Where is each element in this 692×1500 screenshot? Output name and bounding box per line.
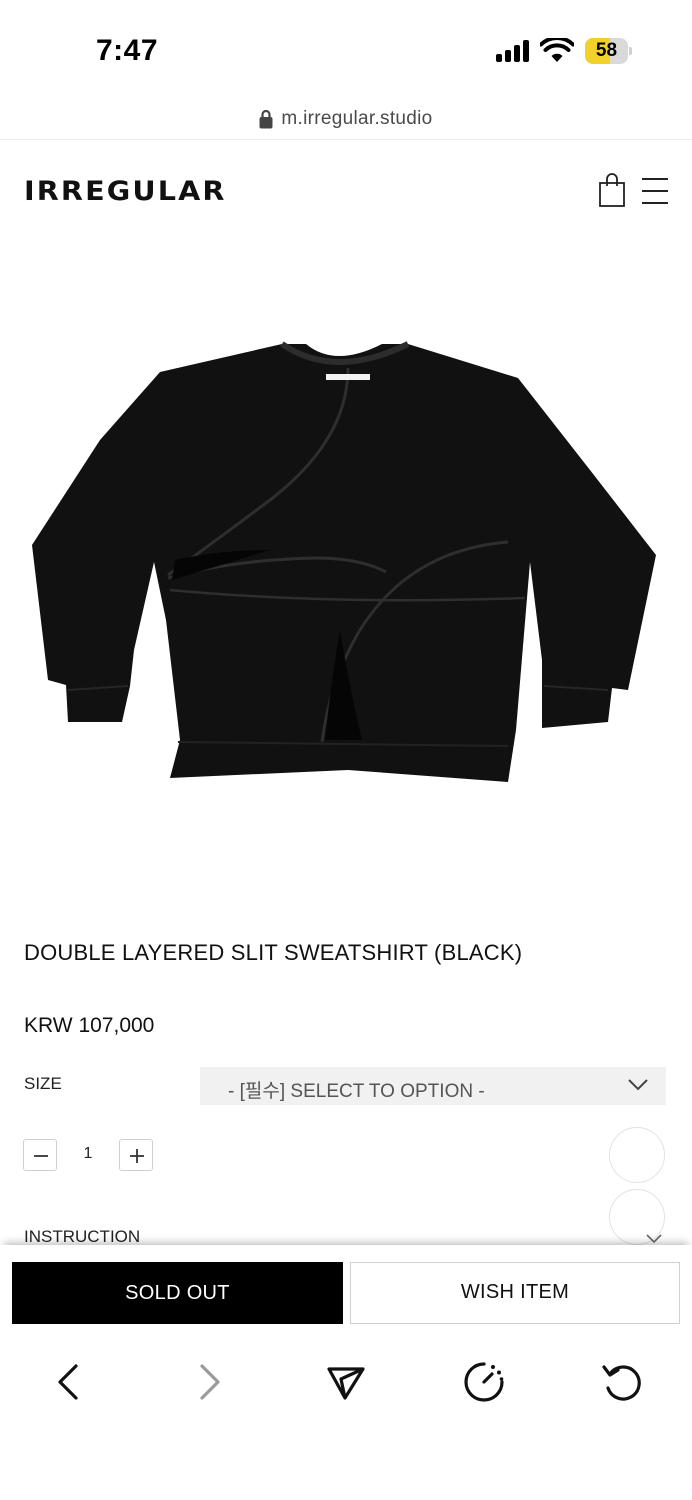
- sold-out-button[interactable]: SOLD OUT: [12, 1262, 343, 1324]
- forward-icon[interactable]: [186, 1360, 230, 1404]
- size-select-value: - [필수] SELECT TO OPTION -: [228, 1081, 485, 1102]
- plus-icon: [130, 1149, 144, 1163]
- chevron-down-icon: [628, 1079, 648, 1091]
- status-time: 7:47: [96, 34, 159, 67]
- bottom-action-bar: SOLD OUT WISH ITEM: [0, 1245, 692, 1340]
- shopping-bag-icon[interactable]: [598, 172, 626, 208]
- chevron-down-icon: [646, 1234, 662, 1244]
- hamburger-menu-icon[interactable]: [642, 178, 668, 204]
- tabs-icon[interactable]: [462, 1360, 506, 1404]
- size-label: SIZE: [24, 1074, 62, 1093]
- wifi-icon: [540, 38, 574, 62]
- reload-icon[interactable]: [600, 1360, 644, 1404]
- lock-icon: [259, 109, 273, 129]
- product-title: DOUBLE LAYERED SLIT SWEATSHIRT (BLACK): [24, 940, 523, 965]
- url-text: m.irregular.studio: [281, 108, 433, 129]
- battery-indicator: 58: [585, 38, 632, 64]
- minus-icon: [34, 1155, 48, 1157]
- quantity-stepper: 1: [23, 1139, 155, 1171]
- wish-item-button[interactable]: WISH ITEM: [350, 1262, 680, 1324]
- back-icon[interactable]: [48, 1360, 92, 1404]
- product-image: [32, 341, 656, 782]
- site-logo[interactable]: IRREGULAR: [24, 176, 227, 207]
- floating-circle-button[interactable]: [609, 1127, 665, 1183]
- address-bar[interactable]: m.irregular.studio: [0, 104, 692, 140]
- status-bar: 7:47 58: [0, 0, 692, 100]
- quantity-increase-button[interactable]: [119, 1139, 153, 1171]
- battery-percent: 58: [595, 40, 618, 61]
- quantity-value[interactable]: 1: [57, 1145, 119, 1163]
- share-icon[interactable]: [324, 1360, 368, 1404]
- instruction-toggle[interactable]: INSTRUCTION: [24, 1227, 140, 1247]
- quantity-decrease-button[interactable]: [23, 1139, 57, 1171]
- size-select[interactable]: - [필수] SELECT TO OPTION -: [200, 1067, 666, 1105]
- cellular-signal-icon: [496, 40, 532, 62]
- site-header: IRREGULAR: [0, 140, 692, 240]
- product-price: KRW 107,000: [24, 1014, 155, 1037]
- browser-toolbar: [0, 1340, 692, 1500]
